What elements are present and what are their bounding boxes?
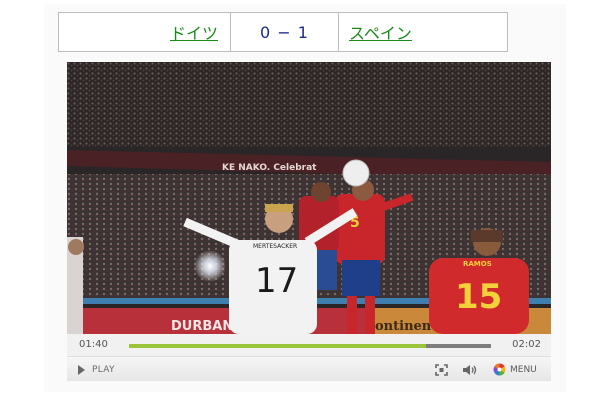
- seek-bar[interactable]: [129, 344, 491, 348]
- match-score-table: ドイツ 0 − 1 スペイン: [58, 12, 508, 52]
- svg-text:17: 17: [255, 261, 298, 301]
- control-bar: PLAY MENU: [67, 356, 551, 381]
- menu-label: MENU: [510, 364, 537, 375]
- play-icon: [78, 364, 85, 375]
- svg-text:MERTESACKER: MERTESACKER: [253, 243, 297, 250]
- home-team-cell: ドイツ: [59, 13, 231, 51]
- upper-stand: [67, 62, 551, 147]
- fullscreen-button[interactable]: [435, 357, 448, 382]
- menu-button[interactable]: MENU: [493, 357, 537, 382]
- ball: [342, 159, 370, 187]
- video-still: KE NAKO. Celebrat DURBAN ontinent 5 MERT…: [67, 62, 551, 334]
- video-frame[interactable]: KE NAKO. Celebrat DURBAN ontinent 5 MERT…: [67, 62, 551, 334]
- seek-progress: [129, 344, 426, 348]
- svg-text:RAMOS: RAMOS: [463, 260, 492, 268]
- stadium-banner-text: KE NAKO. Celebrat: [222, 163, 317, 173]
- volume-button[interactable]: [462, 357, 478, 382]
- volume-icon: [463, 364, 477, 375]
- match-score: 0 − 1: [231, 13, 339, 51]
- menu-icon: [493, 363, 506, 376]
- total-time: 02:02: [512, 339, 541, 350]
- ad-board-left-text: DURBAN: [171, 319, 233, 334]
- play-button[interactable]: PLAY: [77, 357, 115, 382]
- svg-text:15: 15: [455, 277, 502, 317]
- video-player: KE NAKO. Celebrat DURBAN ontinent 5 MERT…: [67, 62, 551, 381]
- current-time: 01:40: [79, 339, 108, 350]
- camera-flash: [194, 250, 226, 282]
- away-team-link[interactable]: スペイン: [349, 20, 412, 44]
- home-team-link[interactable]: ドイツ: [170, 20, 218, 44]
- ad-board-right-text: ontinent: [375, 319, 437, 334]
- fullscreen-icon: [435, 363, 448, 376]
- seekbar-row: 01:40 02:02: [67, 334, 551, 356]
- play-label: PLAY: [92, 364, 115, 375]
- away-team-cell: スペイン: [339, 13, 507, 51]
